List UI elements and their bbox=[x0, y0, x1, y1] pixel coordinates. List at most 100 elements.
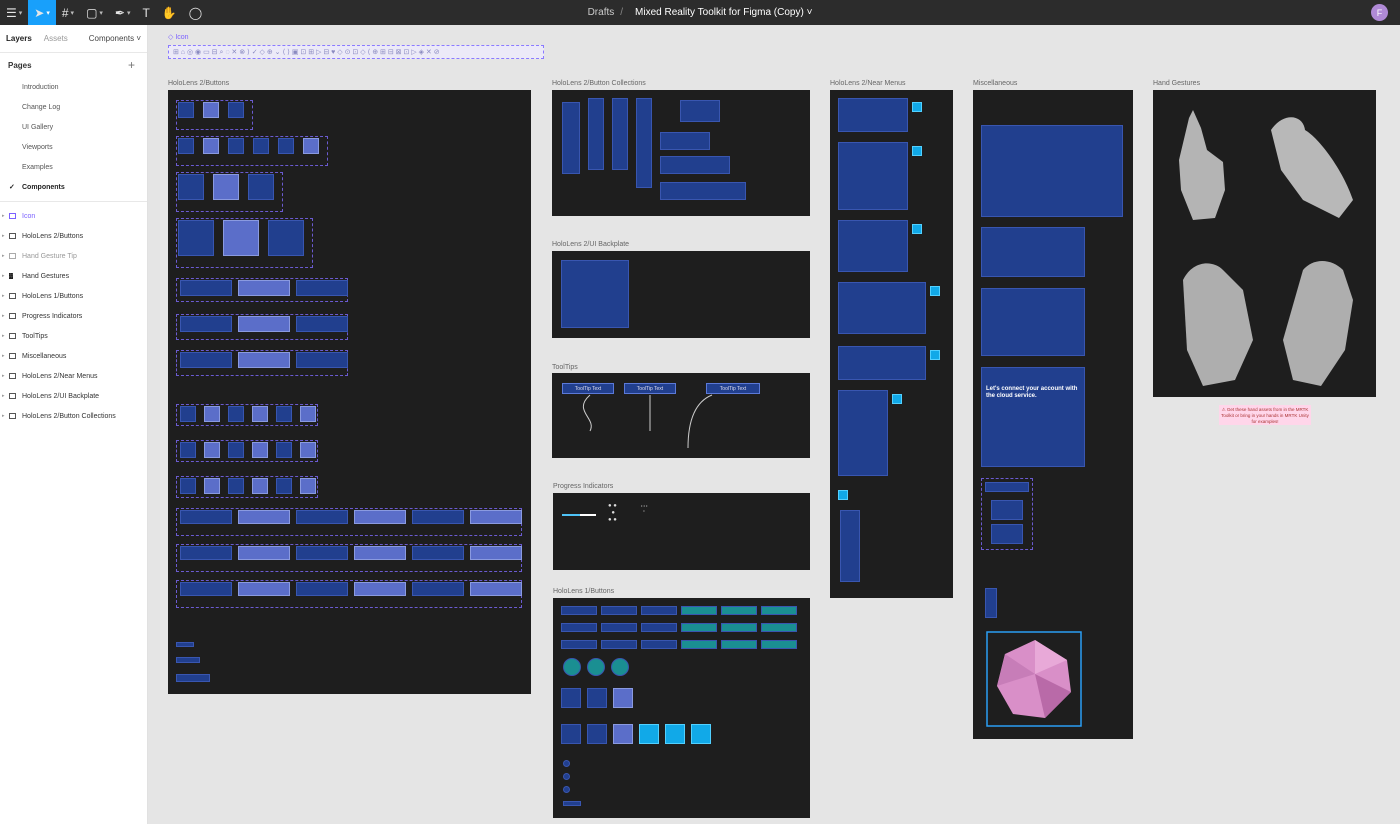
component-thumbnail bbox=[180, 546, 232, 560]
frame-button-collections[interactable] bbox=[552, 90, 810, 216]
expand-arrow-icon[interactable]: ▸ bbox=[2, 413, 5, 419]
component-thumbnail bbox=[613, 724, 633, 744]
layer-label: Progress Indicators bbox=[22, 312, 83, 320]
frame-label-backplate[interactable]: HoloLens 2/UI Backplate bbox=[552, 241, 629, 248]
page-item-components[interactable]: ✓ Components bbox=[0, 177, 147, 197]
expand-arrow-icon[interactable]: ▸ bbox=[2, 273, 5, 279]
layer-item-near-menus[interactable]: ▸ HoloLens 2/Near Menus bbox=[0, 366, 147, 386]
expand-arrow-icon[interactable]: ▸ bbox=[2, 373, 5, 379]
component-thumbnail bbox=[180, 280, 232, 296]
component-thumbnail bbox=[840, 510, 860, 582]
component-thumbnail bbox=[354, 582, 406, 596]
frame-label-near-menus[interactable]: HoloLens 2/Near Menus bbox=[830, 80, 906, 87]
expand-arrow-icon[interactable]: ▸ bbox=[2, 393, 5, 399]
expand-arrow-icon[interactable]: ▸ bbox=[2, 333, 5, 339]
component-thumbnail bbox=[561, 606, 597, 615]
component-thumbnail bbox=[601, 623, 637, 632]
component-thumbnail bbox=[691, 724, 711, 744]
layer-item-hololens2-buttons[interactable]: ▸ HoloLens 2/Buttons bbox=[0, 226, 147, 246]
icon-frame-label[interactable]: ◇ Icon bbox=[168, 33, 189, 41]
add-page-icon[interactable]: + bbox=[128, 58, 135, 72]
layer-item-hololens1-buttons[interactable]: ▸ HoloLens 1/Buttons bbox=[0, 286, 147, 306]
pen-tool-button[interactable]: ✒ ▾ bbox=[109, 0, 137, 25]
frame-hand-gestures[interactable] bbox=[1153, 90, 1376, 397]
pen-icon: ✒ bbox=[114, 5, 125, 20]
layer-item-button-collections[interactable]: ▸ HoloLens 2/Button Collections bbox=[0, 406, 147, 426]
component-thumbnail bbox=[587, 658, 605, 676]
frame-label-collections[interactable]: HoloLens 2/Button Collections bbox=[552, 80, 646, 87]
component-thumbnail bbox=[601, 640, 637, 649]
component-thumbnail bbox=[252, 478, 268, 494]
frame-miscellaneous[interactable]: Let's connect your account with the clou… bbox=[973, 90, 1133, 739]
expand-arrow-icon[interactable]: ▸ bbox=[2, 233, 5, 239]
layer-item-ui-backplate[interactable]: ▸ HoloLens 2/UI Backplate bbox=[0, 386, 147, 406]
frame-progress-indicators[interactable]: ● ● ● ● ● • • • • bbox=[553, 493, 810, 570]
breadcrumb-drafts[interactable]: Drafts bbox=[588, 7, 615, 18]
frame-label-progress[interactable]: Progress Indicators bbox=[553, 483, 613, 490]
move-tool-button[interactable]: ➤ ▾ bbox=[28, 0, 56, 25]
hand-gesture-tip-note[interactable]: ⚠ Get these hand assets from in the MRTK… bbox=[1219, 405, 1311, 425]
component-thumbnail bbox=[761, 640, 797, 649]
component-thumbnail bbox=[228, 442, 244, 458]
page-item-change-log[interactable]: Change Log bbox=[0, 97, 147, 117]
component-thumbnail bbox=[681, 640, 717, 649]
frame-label-buttons[interactable]: HoloLens 2/Buttons bbox=[168, 80, 229, 87]
component-thumbnail bbox=[296, 510, 348, 524]
component-thumbnail bbox=[761, 623, 797, 632]
layer-item-miscellaneous[interactable]: ▸ Miscellaneous bbox=[0, 346, 147, 366]
component-thumbnail bbox=[178, 138, 194, 154]
comment-tool-button[interactable]: ◯ bbox=[183, 0, 208, 25]
shape-tool-button[interactable]: ▢ ▾ bbox=[80, 0, 109, 25]
page-item-viewports[interactable]: Viewports bbox=[0, 137, 147, 157]
layer-item-hand-gestures[interactable]: ▸ # Hand Gestures bbox=[0, 266, 147, 286]
component-thumbnail bbox=[180, 478, 196, 494]
page-item-examples[interactable]: Examples bbox=[0, 157, 147, 177]
frame-near-menus[interactable] bbox=[830, 90, 953, 598]
component-thumbnail bbox=[248, 174, 274, 200]
avatar[interactable]: F bbox=[1371, 4, 1388, 21]
tab-layers[interactable]: Layers bbox=[6, 34, 32, 43]
expand-arrow-icon[interactable]: ▸ bbox=[2, 313, 5, 319]
component-thumbnail bbox=[721, 640, 757, 649]
layers-panel: Layers Assets Components ˅ Pages + Intro… bbox=[0, 25, 148, 824]
tab-assets[interactable]: Assets bbox=[44, 34, 68, 43]
component-thumbnail bbox=[238, 510, 290, 524]
page-item-ui-gallery[interactable]: UI Gallery bbox=[0, 117, 147, 137]
frame-tool-button[interactable]: # ▾ bbox=[56, 0, 80, 25]
frame-label-hl1[interactable]: HoloLens 1/Buttons bbox=[553, 588, 614, 595]
variant-outline bbox=[176, 440, 318, 462]
components-dropdown[interactable]: Components ˅ bbox=[89, 34, 141, 43]
design-canvas[interactable]: ◇ Icon ⊞ ⌂ ◎ ◉ ▭ ⊟ ⌕ ◌ ✕ ⊗ ⟩ ✓ ◇ ⊕ ⌄ ⟨ ⟩… bbox=[148, 25, 1400, 824]
frame-label-misc[interactable]: Miscellaneous bbox=[973, 80, 1017, 87]
layer-item-tooltips[interactable]: ▸ ToolTips bbox=[0, 326, 147, 346]
layer-item-hand-gesture-tip[interactable]: ▸ Hand Gesture Tip bbox=[0, 246, 147, 266]
layer-label: Hand Gesture Tip bbox=[22, 252, 77, 260]
icon-component-strip[interactable]: ⊞ ⌂ ◎ ◉ ▭ ⊟ ⌕ ◌ ✕ ⊗ ⟩ ✓ ◇ ⊕ ⌄ ⟨ ⟩ ▣ ⊡ ⊞ … bbox=[168, 45, 544, 59]
frame-label-tooltips[interactable]: ToolTips bbox=[552, 364, 578, 371]
component-thumbnail bbox=[563, 786, 570, 793]
expand-arrow-icon[interactable]: ▸ bbox=[2, 353, 5, 359]
slate-button bbox=[991, 500, 1023, 520]
expand-arrow-icon[interactable]: ▸ bbox=[2, 293, 5, 299]
frame-layer-icon bbox=[9, 293, 16, 299]
layer-label: HoloLens 2/Near Menus bbox=[22, 372, 98, 380]
layer-item-icon[interactable]: ▸ Icon bbox=[0, 206, 147, 226]
hand-tool-button[interactable]: ✋ bbox=[156, 0, 183, 25]
frame-hololens1-buttons[interactable] bbox=[553, 598, 810, 818]
frame-hololens2-buttons[interactable] bbox=[168, 90, 531, 694]
file-name-dropdown[interactable]: Mixed Reality Toolkit for Figma (Copy) ˅ bbox=[635, 7, 812, 18]
frame-label-gestures[interactable]: Hand Gestures bbox=[1153, 80, 1200, 87]
frame-tooltips[interactable]: ToolTip Text ToolTip Text ToolTip Text bbox=[552, 373, 810, 458]
text-tool-button[interactable]: T bbox=[137, 0, 156, 25]
component-thumbnail bbox=[561, 640, 597, 649]
main-menu-button[interactable]: ☰ ▾ bbox=[0, 0, 28, 25]
pages-title: Pages bbox=[8, 60, 32, 70]
component-thumbnail bbox=[561, 688, 581, 708]
page-item-introduction[interactable]: Introduction bbox=[0, 77, 147, 97]
expand-arrow-icon[interactable]: ▸ bbox=[2, 213, 5, 219]
expand-arrow-icon[interactable]: ▸ bbox=[2, 253, 5, 259]
component-thumbnail bbox=[303, 138, 319, 154]
slate-header bbox=[985, 482, 1029, 492]
layer-item-progress-indicators[interactable]: ▸ Progress Indicators bbox=[0, 306, 147, 326]
frame-ui-backplate[interactable] bbox=[552, 251, 810, 338]
